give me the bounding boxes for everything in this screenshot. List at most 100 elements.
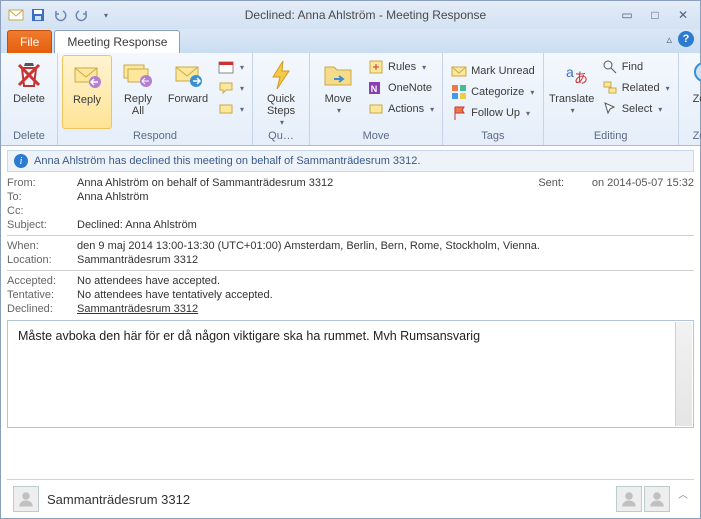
app-window: ▾ Declined: Anna Ahlström - Meeting Resp… bbox=[0, 0, 701, 519]
flag-icon bbox=[451, 105, 467, 121]
when-value: den 9 maj 2014 13:00-13:30 (UTC+01:00) A… bbox=[77, 240, 694, 252]
translate-button[interactable]: aあ Translate▾ bbox=[548, 55, 596, 127]
zoom-button[interactable]: Zoom bbox=[683, 55, 701, 127]
quick-access-toolbar: ▾ bbox=[7, 6, 115, 24]
when-label: When: bbox=[7, 240, 77, 252]
actions-button[interactable]: Actions▾ bbox=[364, 99, 438, 119]
move-button[interactable]: Move▾ bbox=[314, 55, 362, 127]
subject-label: Subject: bbox=[7, 219, 77, 231]
info-text: Anna Ahlström has declined this meeting … bbox=[34, 155, 420, 167]
related-button[interactable]: Related▾ bbox=[598, 78, 674, 98]
qat-dropdown-icon[interactable]: ▾ bbox=[97, 6, 115, 24]
tab-file[interactable]: File bbox=[7, 30, 52, 53]
categorize-icon bbox=[451, 84, 467, 100]
declined-label: Declined: bbox=[7, 303, 77, 315]
mail-icon[interactable] bbox=[7, 6, 25, 24]
calendar-icon bbox=[218, 59, 234, 75]
accepted-label: Accepted: bbox=[7, 275, 77, 287]
translate-icon: aあ bbox=[556, 59, 588, 91]
redo-icon[interactable] bbox=[73, 6, 91, 24]
people-pane: Sammanträdesrum 3312 ︿ bbox=[7, 479, 694, 518]
reply-all-icon bbox=[122, 59, 154, 91]
location-label: Location: bbox=[7, 254, 77, 266]
delete-button[interactable]: Delete bbox=[5, 55, 53, 127]
group-quick-steps: Quick Steps▾ Qu… bbox=[253, 53, 310, 145]
window-controls: ▭ □ ✕ bbox=[616, 7, 694, 23]
location-value: Sammanträdesrum 3312 bbox=[77, 254, 694, 266]
actions-icon bbox=[368, 101, 384, 117]
subject-value: Declined: Anna Ahlström bbox=[77, 219, 694, 231]
group-delete: Delete Delete bbox=[1, 53, 58, 145]
related-icon bbox=[602, 80, 618, 96]
people-pane-name: Sammanträdesrum 3312 bbox=[47, 492, 190, 507]
onenote-icon: N bbox=[368, 80, 384, 96]
quick-steps-button[interactable]: Quick Steps▾ bbox=[257, 55, 305, 127]
maximize-button[interactable]: □ bbox=[644, 7, 666, 23]
people-pane-toggle-icon[interactable]: ︿ bbox=[678, 486, 688, 512]
group-editing: aあ Translate▾ Find Related▾ Select▾ Edit… bbox=[544, 53, 679, 145]
to-label: To: bbox=[7, 191, 77, 203]
message-body-text: Måste avboka den här för er då någon vik… bbox=[18, 329, 480, 343]
save-icon[interactable] bbox=[29, 6, 47, 24]
minimize-button[interactable]: ▭ bbox=[616, 7, 638, 23]
sent-value: on 2014-05-07 15:32 bbox=[564, 177, 694, 189]
lightning-icon bbox=[265, 59, 297, 91]
group-move: Move▾ Rules▾ NOneNote Actions▾ Move bbox=[310, 53, 443, 145]
reply-button[interactable]: Reply bbox=[62, 55, 112, 129]
window-title: Declined: Anna Ahlström - Meeting Respon… bbox=[115, 8, 616, 22]
cc-value bbox=[77, 205, 694, 217]
forward-button[interactable]: Forward bbox=[164, 55, 212, 127]
delete-icon bbox=[13, 59, 45, 91]
more-respond-button[interactable]: ▾ bbox=[214, 99, 248, 119]
svg-text:あ: あ bbox=[574, 70, 588, 86]
ribbon-tabbar: File Meeting Response ▵ ? bbox=[1, 29, 700, 53]
avatar-icon[interactable] bbox=[13, 486, 39, 512]
close-button[interactable]: ✕ bbox=[672, 7, 694, 23]
ribbon: Delete Delete Reply Reply All Forward bbox=[1, 53, 700, 146]
avatar-small-1[interactable] bbox=[616, 486, 642, 512]
categorize-button[interactable]: Categorize▾ bbox=[447, 82, 539, 102]
more-icon bbox=[218, 101, 234, 117]
im-small-button[interactable]: ▾ bbox=[214, 78, 248, 98]
select-icon bbox=[602, 101, 618, 117]
onenote-button[interactable]: NOneNote bbox=[364, 78, 438, 98]
follow-up-button[interactable]: Follow Up▾ bbox=[447, 103, 539, 123]
group-zoom: Zoom Zoom bbox=[679, 53, 701, 145]
titlebar: ▾ Declined: Anna Ahlström - Meeting Resp… bbox=[1, 1, 700, 29]
message-headers: From: Anna Ahlström on behalf of Sammant… bbox=[7, 176, 694, 316]
find-icon bbox=[602, 59, 618, 75]
meeting-small-button[interactable]: ▾ bbox=[214, 57, 248, 77]
rules-button[interactable]: Rules▾ bbox=[364, 57, 438, 77]
find-button[interactable]: Find bbox=[598, 57, 674, 77]
svg-text:a: a bbox=[566, 64, 574, 80]
tentative-value: No attendees have tentatively accepted. bbox=[77, 289, 694, 301]
accepted-value: No attendees have accepted. bbox=[77, 275, 694, 287]
forward-icon bbox=[172, 59, 204, 91]
select-button[interactable]: Select▾ bbox=[598, 99, 674, 119]
reply-icon bbox=[71, 60, 103, 92]
undo-icon[interactable] bbox=[51, 6, 69, 24]
svg-text:N: N bbox=[371, 84, 378, 94]
sent-label: Sent: bbox=[524, 177, 564, 189]
declined-value[interactable]: Sammanträdesrum 3312 bbox=[77, 303, 694, 315]
chat-icon bbox=[218, 80, 234, 96]
envelope-icon bbox=[451, 63, 467, 79]
cc-label: Cc: bbox=[7, 205, 77, 217]
mark-unread-button[interactable]: Mark Unread bbox=[447, 61, 539, 81]
folder-move-icon bbox=[322, 59, 354, 91]
to-value: Anna Ahlström bbox=[77, 191, 694, 203]
ribbon-collapse-icon[interactable]: ▵ bbox=[666, 33, 672, 46]
from-label: From: bbox=[7, 177, 77, 189]
group-respond: Reply Reply All Forward ▾ ▾ ▾ Respond bbox=[58, 53, 253, 145]
reply-all-button[interactable]: Reply All bbox=[114, 55, 162, 127]
group-tags: Mark Unread Categorize▾ Follow Up▾ Tags bbox=[443, 53, 544, 145]
rules-icon bbox=[368, 59, 384, 75]
tab-meeting-response[interactable]: Meeting Response bbox=[54, 30, 180, 53]
tentative-label: Tentative: bbox=[7, 289, 77, 301]
message-body[interactable]: Måste avboka den här för er då någon vik… bbox=[7, 320, 694, 428]
help-icon[interactable]: ? bbox=[678, 31, 694, 47]
from-value: Anna Ahlström on behalf of Sammanträdesr… bbox=[77, 177, 524, 189]
zoom-icon bbox=[691, 59, 701, 91]
avatar-small-2[interactable] bbox=[644, 486, 670, 512]
info-bar: i Anna Ahlström has declined this meetin… bbox=[7, 150, 694, 172]
